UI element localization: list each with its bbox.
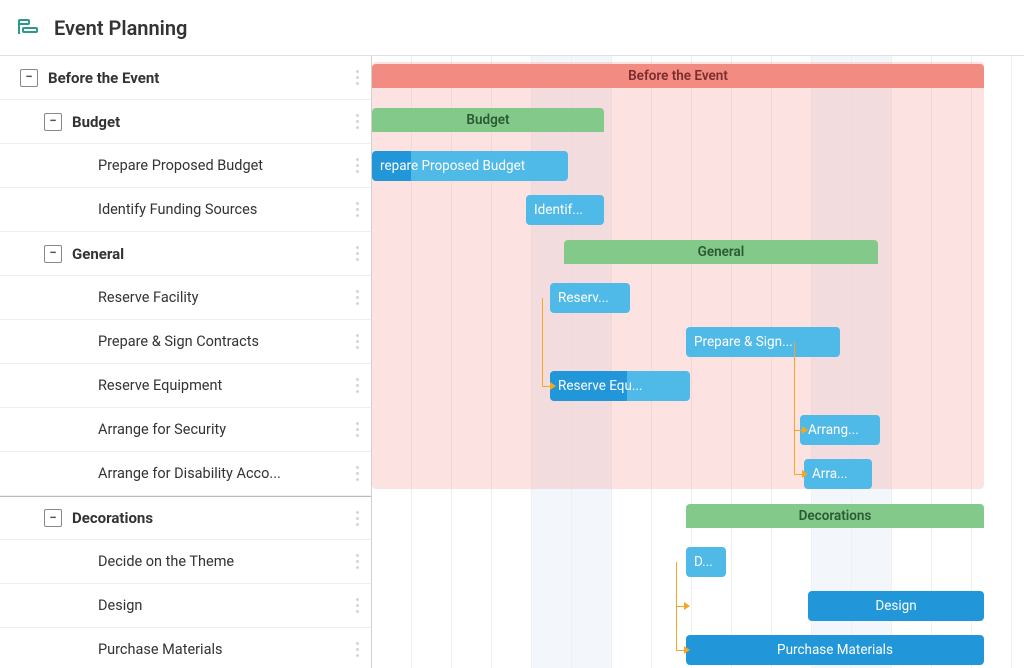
drag-handle-icon[interactable] xyxy=(349,422,365,437)
gantt-bar-security[interactable]: Arrang... xyxy=(800,415,880,445)
task-row-contracts[interactable]: Prepare & Sign Contracts xyxy=(0,320,371,364)
drag-handle-icon[interactable] xyxy=(349,70,365,85)
task-row-prep_bud[interactable]: Prepare Proposed Budget xyxy=(0,144,371,188)
drag-handle-icon[interactable] xyxy=(349,511,365,526)
gantt-bar-theme[interactable]: D... xyxy=(686,547,726,577)
bar-label: D... xyxy=(694,554,713,570)
gantt-bar-design[interactable]: Design xyxy=(808,591,984,621)
drag-handle-icon[interactable] xyxy=(349,290,365,305)
task-label: Decide on the Theme xyxy=(98,553,349,570)
page-title: Event Planning xyxy=(54,16,187,40)
gantt-bars: Before the Event Budget repare Proposed Bu… xyxy=(372,56,1024,668)
dependency-arrow-icon xyxy=(802,470,808,478)
gantt-bar-reserve[interactable]: Reserv... xyxy=(550,283,630,313)
task-row-purchase[interactable]: Purchase Materials xyxy=(0,628,371,668)
collapse-button[interactable]: − xyxy=(44,245,62,263)
dependency-arrow-icon xyxy=(550,382,556,390)
task-label: General xyxy=(72,245,349,263)
dependency-line xyxy=(794,342,795,430)
bar-label: Decorations xyxy=(799,508,872,524)
gantt-bar-purchase[interactable]: Purchase Materials xyxy=(686,635,984,665)
dependency-arrow-icon xyxy=(684,646,690,654)
dependency-arrow-icon xyxy=(684,602,690,610)
task-label: Purchase Materials xyxy=(98,641,349,658)
task-row-general[interactable]: −General xyxy=(0,232,371,276)
task-label: Before the Event xyxy=(48,69,349,87)
drag-handle-icon[interactable] xyxy=(349,334,365,349)
bar-label: Reserve Equ... xyxy=(558,378,643,394)
drag-handle-icon[interactable] xyxy=(349,114,365,129)
gantt-bar-prep_bud[interactable]: repare Proposed Budget xyxy=(372,151,568,181)
bar-label: Before the Event xyxy=(628,68,728,84)
task-label: Budget xyxy=(72,113,349,131)
gantt-bar-disab[interactable]: Arra... xyxy=(804,459,872,489)
bar-label: Identif... xyxy=(534,202,583,218)
collapse-button[interactable]: − xyxy=(20,69,38,87)
task-row-theme[interactable]: Decide on the Theme xyxy=(0,540,371,584)
gantt-bar-ident[interactable]: Identif... xyxy=(526,195,604,225)
task-row-design[interactable]: Design xyxy=(0,584,371,628)
task-row-ident[interactable]: Identify Funding Sources xyxy=(0,188,371,232)
drag-handle-icon[interactable] xyxy=(349,598,365,613)
drag-handle-icon[interactable] xyxy=(349,202,365,217)
task-label: Prepare Proposed Budget xyxy=(98,157,349,174)
task-row-security[interactable]: Arrange for Security xyxy=(0,408,371,452)
task-label: Identify Funding Sources xyxy=(98,201,349,218)
task-label: Arrange for Security xyxy=(98,421,349,438)
task-list-sidebar: −Before the Event−BudgetPrepare Proposed… xyxy=(0,56,372,668)
bar-label: repare Proposed Budget xyxy=(380,158,525,174)
gantt-bar-budget[interactable]: Budget xyxy=(372,108,604,132)
collapse-button[interactable]: − xyxy=(44,509,62,527)
bar-label: General xyxy=(698,244,745,260)
drag-handle-icon[interactable] xyxy=(349,466,365,481)
task-row-reserve[interactable]: Reserve Facility xyxy=(0,276,371,320)
drag-handle-icon[interactable] xyxy=(349,158,365,173)
bar-label: Arra... xyxy=(812,466,848,482)
drag-handle-icon[interactable] xyxy=(349,378,365,393)
header: Event Planning xyxy=(0,0,1024,56)
bar-label: Budget xyxy=(466,112,509,128)
gantt-bar-before[interactable]: Before the Event xyxy=(372,64,984,88)
task-label: Reserve Facility xyxy=(98,289,349,306)
gantt-bar-general[interactable]: General xyxy=(564,240,878,264)
gantt-bar-contracts[interactable]: Prepare & Sign... xyxy=(686,327,840,357)
gantt-icon xyxy=(16,16,40,40)
drag-handle-icon[interactable] xyxy=(349,554,365,569)
dependency-line xyxy=(676,562,677,606)
task-row-decor[interactable]: −Decorations xyxy=(0,496,371,540)
task-label: Design xyxy=(98,597,349,614)
bar-label: Purchase Materials xyxy=(777,642,893,658)
drag-handle-icon[interactable] xyxy=(349,246,365,261)
task-row-equip[interactable]: Reserve Equipment xyxy=(0,364,371,408)
task-label: Arrange for Disability Acco... xyxy=(98,465,349,482)
task-label: Decorations xyxy=(72,509,349,527)
drag-handle-icon[interactable] xyxy=(349,642,365,657)
gantt-bar-decor[interactable]: Decorations xyxy=(686,504,984,528)
bar-label: Arrang... xyxy=(808,422,859,438)
collapse-button[interactable]: − xyxy=(44,113,62,131)
bar-label: Prepare & Sign... xyxy=(694,334,793,350)
bar-label: Design xyxy=(875,598,916,614)
dependency-line xyxy=(542,298,543,386)
bar-label: Reserv... xyxy=(558,290,609,306)
task-row-before[interactable]: −Before the Event xyxy=(0,56,371,100)
task-label: Prepare & Sign Contracts xyxy=(98,333,349,350)
task-row-budget[interactable]: −Budget xyxy=(0,100,371,144)
task-label: Reserve Equipment xyxy=(98,377,349,394)
body: −Before the Event−BudgetPrepare Proposed… xyxy=(0,56,1024,668)
gantt-chart[interactable]: Before the Event Budget repare Proposed Bu… xyxy=(372,56,1024,668)
task-row-disab[interactable]: Arrange for Disability Acco... xyxy=(0,452,371,496)
gantt-bar-equip[interactable]: Reserve Equ... xyxy=(550,371,690,401)
